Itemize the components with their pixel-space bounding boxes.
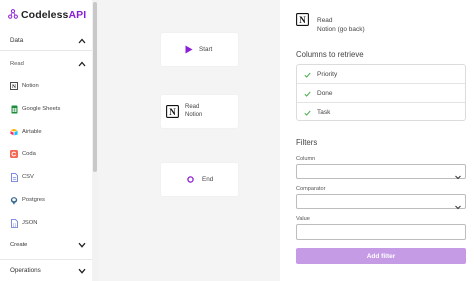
airtable-icon (10, 128, 18, 136)
end-circle-icon (187, 176, 194, 183)
brand-logo[interactable]: CodelessAPI (8, 8, 86, 22)
sidebar-section-label: Create (10, 241, 28, 248)
coda-icon (10, 150, 18, 158)
chevron-down-icon (77, 266, 86, 275)
notion-icon: N (166, 105, 179, 118)
check-icon (297, 91, 317, 97)
node-label: Start (199, 46, 213, 53)
go-back-link[interactable]: Notion (go back) (317, 25, 365, 34)
svg-text:N: N (169, 107, 176, 117)
sidebar-item-label: Postgres (22, 197, 45, 203)
check-icon (297, 110, 317, 116)
sidebar-item-label: Coda (22, 151, 36, 157)
node-read-notion[interactable]: N Read Notion (161, 95, 238, 128)
node-end[interactable]: End (161, 163, 238, 196)
brand-name: CodelessAPI (21, 9, 87, 21)
column-select-label: Column (296, 156, 316, 162)
sidebar-item-postgres[interactable]: Postgres (10, 195, 45, 205)
sidebar-item-csv[interactable]: CSV (10, 172, 34, 182)
google-sheets-icon (10, 105, 18, 113)
notion-icon: N (296, 13, 309, 34)
sidebar-item-label: Airtable (22, 129, 42, 135)
play-icon (185, 45, 193, 54)
sidebar-subsection-read[interactable]: Read (10, 59, 86, 68)
svg-text:{}: {} (12, 222, 16, 227)
postgres-icon (10, 196, 18, 204)
value-input-label: Value (296, 216, 310, 222)
sidebar-item-label: Notion (22, 83, 39, 89)
notion-icon: N (10, 82, 18, 90)
sidebar-subsection-label: Read (10, 60, 24, 67)
panel-header: N Read Notion (go back) (296, 13, 365, 34)
column-option-label: Done (317, 90, 333, 97)
sidebar-item-label: JSON (22, 220, 38, 226)
sidebar-item-label: CSV (22, 174, 34, 180)
check-icon (297, 72, 317, 78)
sidebar-item-coda[interactable]: Coda (10, 149, 36, 159)
sidebar: CodelessAPI Data Read N Notion Google Sh… (0, 0, 98, 281)
sidebar-item-airtable[interactable]: Airtable (10, 127, 42, 137)
csv-icon (10, 172, 18, 182)
comparator-select[interactable] (296, 194, 466, 210)
chevron-down-icon (77, 240, 86, 249)
value-input[interactable] (296, 224, 466, 240)
panel-header-title: Read (317, 17, 333, 24)
column-option-priority[interactable]: Priority (297, 65, 465, 84)
columns-list: Priority Done Task (296, 64, 466, 121)
add-filter-button[interactable]: Add filter (296, 248, 466, 264)
node-label: End (202, 176, 214, 183)
column-option-label: Task (317, 109, 331, 116)
column-option-label: Priority (317, 71, 338, 78)
chevron-down-icon (454, 168, 462, 180)
divider (0, 50, 92, 51)
panel-header-text: Read Notion (go back) (317, 13, 365, 34)
sidebar-item-notion[interactable]: N Notion (10, 81, 39, 91)
chevron-up-icon (77, 36, 86, 45)
column-select[interactable] (296, 164, 466, 180)
sidebar-scroll-thumb[interactable] (93, 2, 97, 172)
sidebar-section-data[interactable]: Data (10, 36, 86, 45)
node-start[interactable]: Start (161, 33, 238, 66)
node-settings-panel: N Read Notion (go back) Columns to retri… (280, 0, 474, 281)
svg-text:N: N (12, 84, 16, 90)
sidebar-item-json[interactable]: {} JSON (10, 218, 37, 228)
column-option-done[interactable]: Done (297, 84, 465, 103)
divider (0, 259, 92, 260)
chevron-up-icon (77, 59, 86, 68)
filters-title: Filters (296, 138, 318, 147)
flow-canvas[interactable]: Start N Read Notion End (98, 0, 280, 281)
sidebar-item-label: Google Sheets (22, 106, 61, 112)
svg-text:N: N (299, 15, 306, 25)
node-text: Read Notion (185, 104, 202, 119)
sidebar-item-google-sheets[interactable]: Google Sheets (10, 104, 60, 114)
column-option-task[interactable]: Task (297, 103, 465, 122)
node-label: Read (185, 104, 200, 110)
sidebar-section-create[interactable]: Create (10, 240, 86, 249)
columns-title: Columns to retrieve (296, 50, 364, 59)
node-graph-icon (8, 6, 18, 24)
sidebar-section-label: Operations (10, 267, 41, 274)
chevron-down-icon (454, 198, 462, 210)
comparator-select-label: Comparator (296, 186, 326, 192)
node-sublabel: Notion (185, 111, 203, 118)
sidebar-section-label: Data (10, 37, 24, 44)
json-icon: {} (10, 218, 18, 228)
sidebar-section-operations[interactable]: Operations (10, 266, 86, 275)
